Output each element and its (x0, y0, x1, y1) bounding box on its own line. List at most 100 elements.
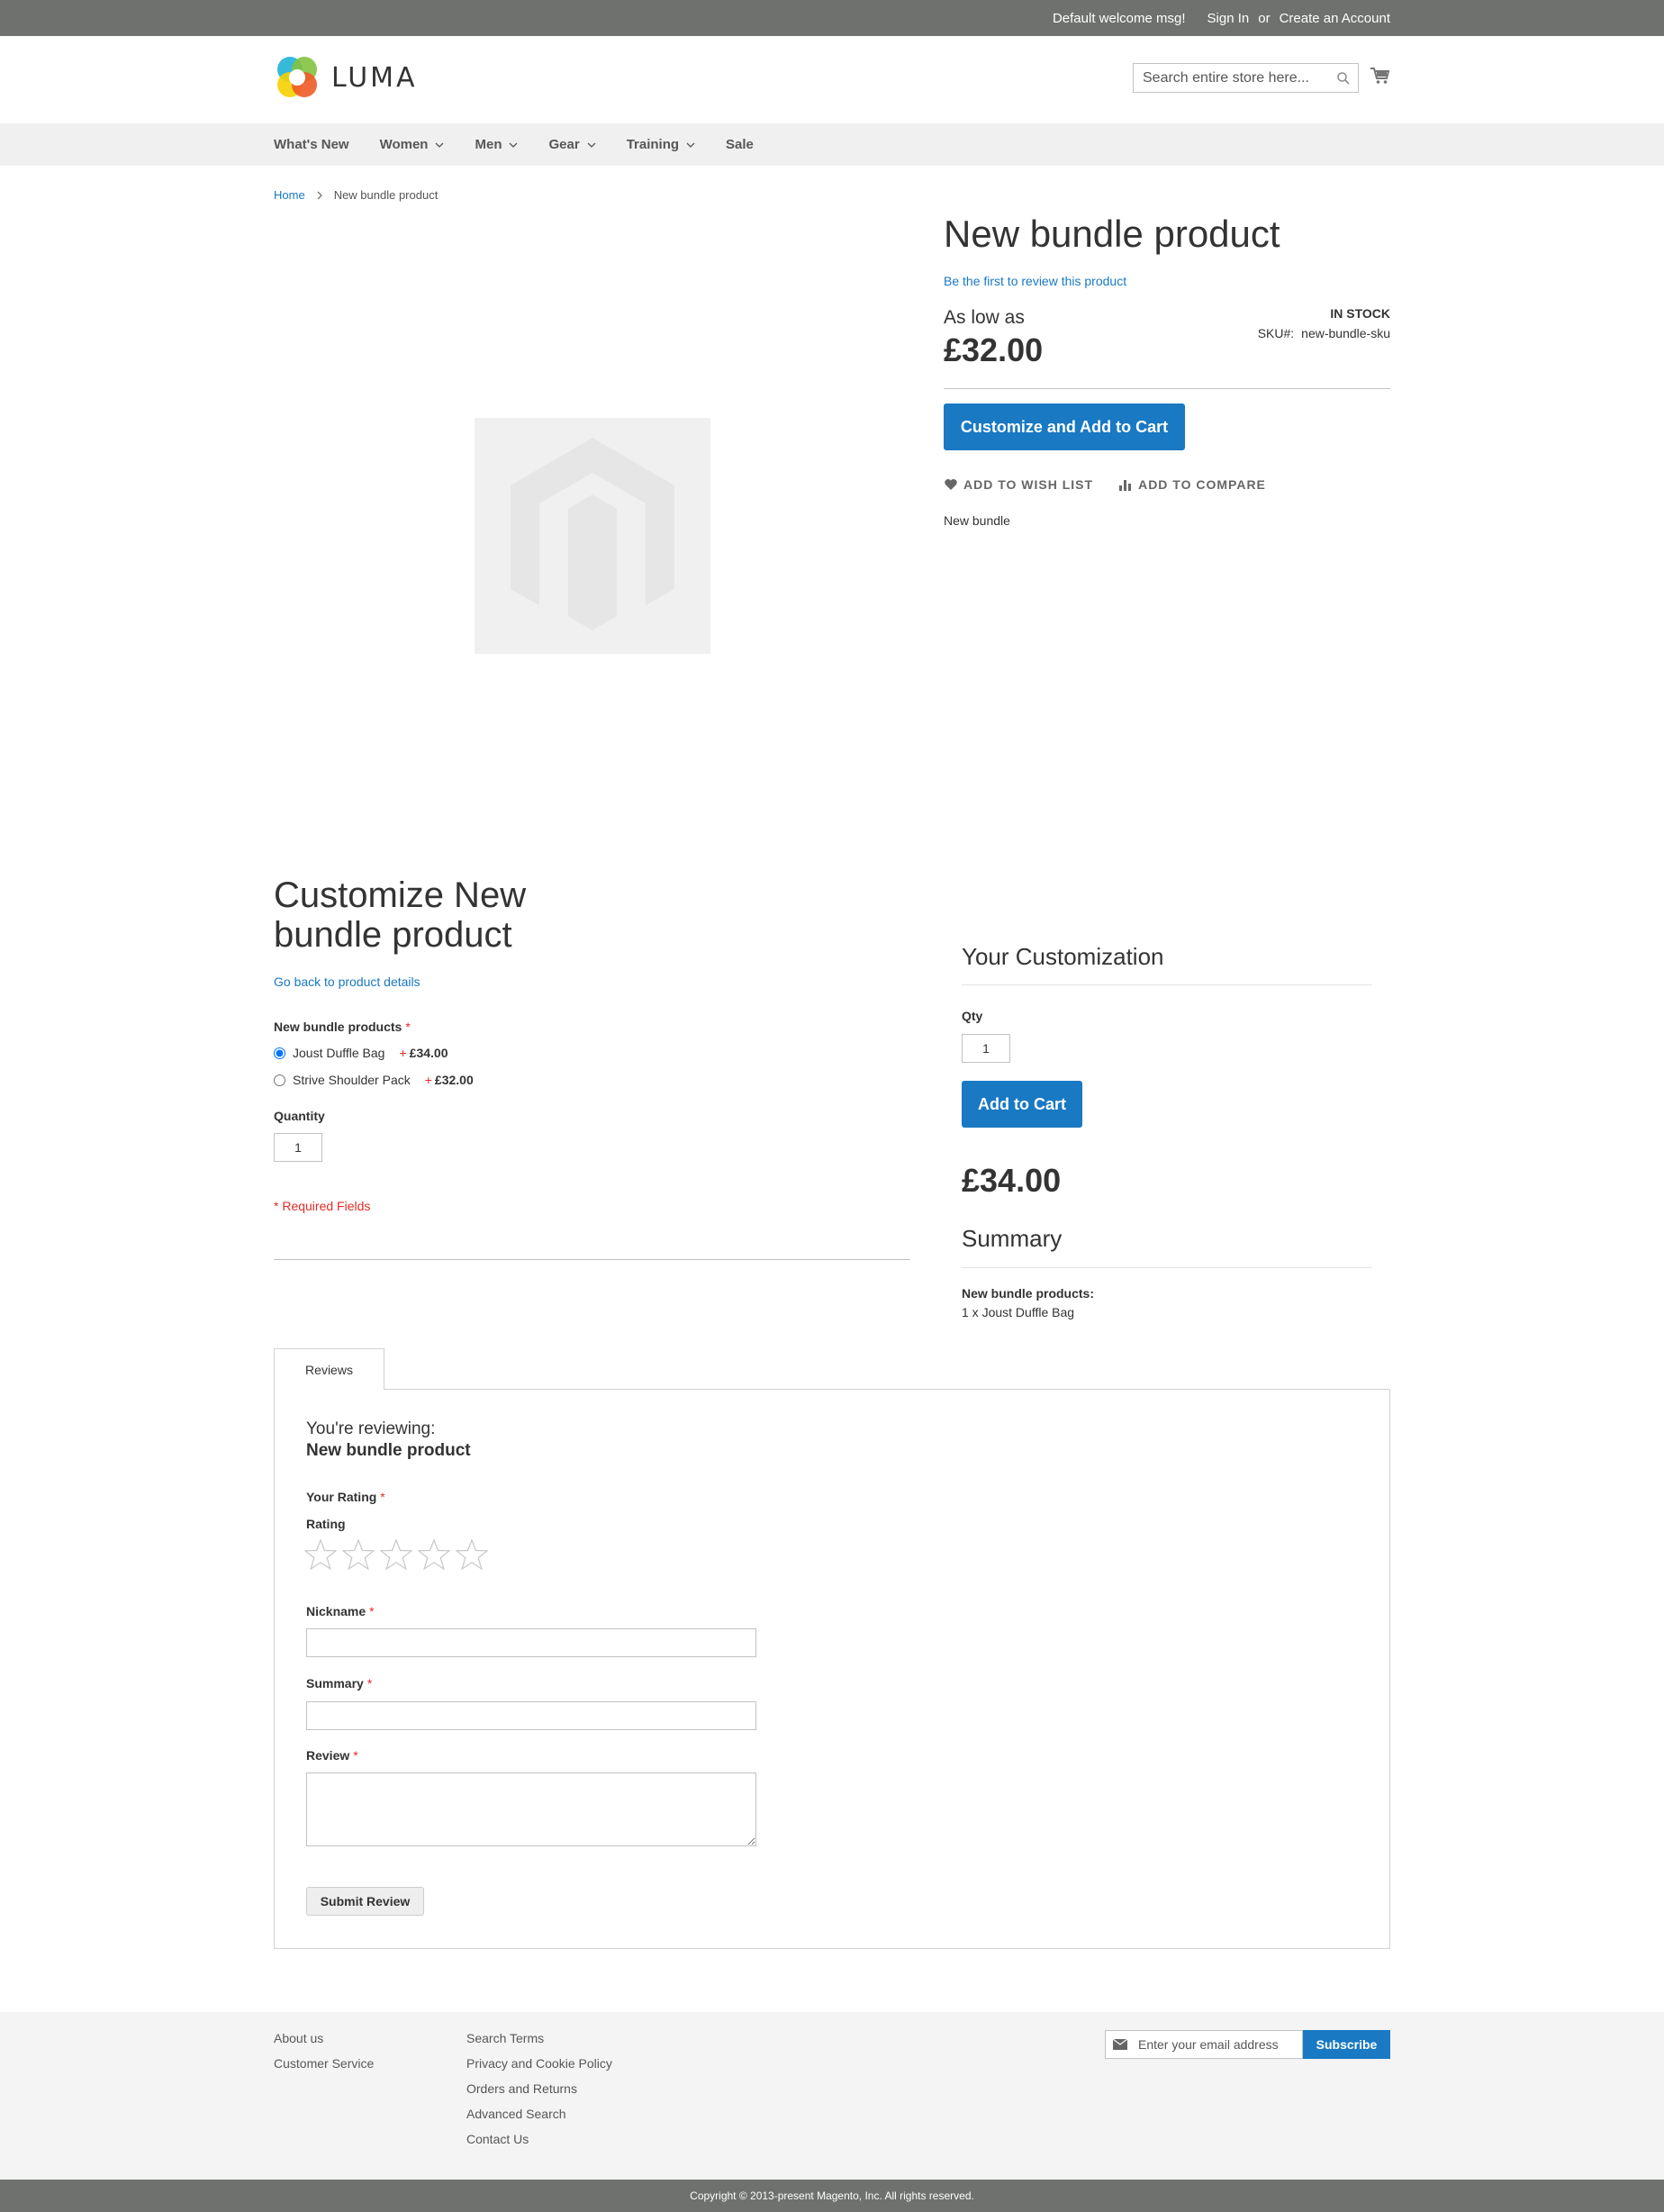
first-review-link[interactable]: Be the first to review this product (944, 274, 1126, 288)
option-price-value: £32.00 (434, 1073, 474, 1087)
summary-bundle-label: New bundle products: (962, 1286, 1094, 1301)
logo-text: LUMA (331, 61, 418, 94)
footer-link[interactable]: Orders and Returns (466, 2081, 612, 2097)
add-to-wishlist-link[interactable]: Add to Wish List (944, 477, 1093, 492)
nav-item-sale[interactable]: Sale (726, 137, 754, 152)
summary-bundle-item: 1 x Joust Duffle Bag (962, 1305, 1075, 1319)
nav-item-training[interactable]: Training (627, 137, 695, 152)
footer-link[interactable]: Privacy and Cookie Policy (466, 2055, 612, 2071)
wishlist-label: Add to Wish List (963, 477, 1094, 492)
footer-link[interactable]: Search Terms (466, 2030, 612, 2046)
option-radio[interactable] (274, 1074, 285, 1086)
breadcrumb: Home New bundle product (274, 188, 438, 202)
star-icon[interactable] (418, 1538, 450, 1571)
reviewing-label: You're reviewing: (306, 1419, 436, 1438)
nav-item-label: Gear (548, 137, 580, 152)
star-icon[interactable] (456, 1538, 488, 1571)
compare-label: Add to Compare (1138, 477, 1266, 492)
copyright: Copyright © 2013-present Magento, Inc. A… (0, 2180, 1664, 2212)
required-mark: * (405, 1020, 411, 1034)
tab-reviews[interactable]: Reviews (274, 1348, 384, 1390)
nav-item-gear[interactable]: Gear (548, 137, 596, 152)
chevron-down-icon (686, 142, 695, 148)
top-links: Default welcome msg! Sign In or Create a… (1053, 0, 1390, 36)
sign-in-link[interactable]: Sign In (1207, 11, 1250, 26)
option-name: Strive Shoulder Pack (293, 1073, 411, 1087)
option-price: + £32.00 (425, 1073, 474, 1087)
submit-review-button[interactable]: Submit Review (306, 1887, 424, 1916)
plus-sign: + (399, 1046, 407, 1060)
product-price: £32.00 (944, 331, 1044, 368)
review-text: Review (306, 1748, 350, 1763)
rating-stars (304, 1538, 488, 1571)
your-rating-label: Your Rating * (306, 1490, 385, 1504)
stock-status: In stock (1330, 306, 1390, 321)
footer-link[interactable]: About us (274, 2030, 374, 2046)
page-title: New bundle product (944, 213, 1280, 255)
review-textarea[interactable] (306, 1772, 756, 1846)
rating-label: Rating (306, 1517, 346, 1531)
reviews-panel (274, 1389, 1390, 1949)
or-text: or (1258, 10, 1271, 26)
option-radio[interactable] (274, 1047, 285, 1059)
summary-field[interactable] (306, 1701, 756, 1730)
option-name: Joust Duffle Bag (293, 1046, 385, 1060)
product-social-actions: Add to Wish List Add to Compare (944, 477, 1266, 492)
star-icon[interactable] (380, 1538, 412, 1571)
plus-sign: + (424, 1073, 432, 1087)
top-panel: Default welcome msg! Sign In or Create a… (0, 0, 1664, 36)
footer (0, 2012, 1664, 2180)
footer-link[interactable]: Contact Us (466, 2131, 612, 2147)
nickname-field[interactable] (306, 1628, 756, 1657)
chevron-down-icon (510, 142, 518, 148)
bundle-option-strive[interactable]: Strive Shoulder Pack + £32.00 (274, 1073, 474, 1087)
nav-item-whats-new[interactable]: What's New (274, 137, 349, 152)
breadcrumb-current: New bundle product (333, 188, 439, 202)
footer-links-col2: Search Terms Privacy and Cookie Policy O… (466, 2030, 612, 2147)
star-icon[interactable] (304, 1538, 337, 1571)
customize-add-to-cart-button[interactable]: Customize and Add to Cart (944, 403, 1185, 450)
search-input[interactable] (1143, 69, 1336, 86)
bundle-option-joust[interactable]: Joust Duffle Bag + £34.00 (274, 1046, 448, 1060)
add-to-cart-button[interactable]: Add to Cart (962, 1081, 1082, 1128)
required-fields-note: * Required Fields (274, 1199, 371, 1213)
add-to-compare-link[interactable]: Add to Compare (1118, 477, 1266, 492)
summary-field-label: Summary * (306, 1676, 372, 1691)
summary-qty-label: Qty (962, 1009, 983, 1023)
logo[interactable]: LUMA (274, 54, 418, 101)
breadcrumb-home-link[interactable]: Home (274, 188, 305, 202)
product-sku: SKU#: new-bundle-sku (1258, 326, 1390, 340)
search-icon[interactable] (1336, 71, 1351, 86)
newsletter-input-wrap (1105, 2030, 1303, 2059)
cart-icon[interactable] (1370, 65, 1391, 86)
footer-link[interactable]: Advanced Search (466, 2106, 612, 2122)
back-to-details-link[interactable]: Go back to product details (274, 975, 421, 989)
newsletter-form: Subscribe (1105, 2030, 1390, 2059)
your-customization-title: Your Customization (962, 943, 1164, 970)
nav-item-men[interactable]: Men (475, 137, 518, 152)
bundle-option-label: New bundle products * (274, 1020, 411, 1034)
envelope-icon (1113, 2039, 1127, 2050)
divider (962, 984, 1372, 985)
option-label-text: New bundle products (274, 1020, 402, 1034)
customize-title: Customize New bundle product (274, 875, 527, 955)
short-description: New bundle (944, 513, 1010, 528)
product-image-placeholder[interactable] (475, 418, 710, 654)
nav-item-label: Training (626, 137, 680, 152)
footer-link[interactable]: Customer Service (274, 2055, 374, 2071)
star-icon[interactable] (342, 1538, 375, 1571)
header: LUMA (0, 36, 1664, 123)
subscribe-button[interactable]: Subscribe (1303, 2030, 1390, 2059)
luma-logo-icon (277, 57, 317, 97)
newsletter-email-input[interactable] (1136, 2036, 1298, 2053)
main-navigation: What's New Women Men Gear Training Sale (0, 123, 1664, 166)
summary-qty-input[interactable] (962, 1034, 1010, 1063)
divider (274, 1259, 910, 1260)
option-price: + £34.00 (399, 1046, 448, 1060)
reviewing-product-name: New bundle product (306, 1441, 471, 1460)
create-account-link[interactable]: Create an Account (1280, 11, 1390, 26)
summary-title: Summary (962, 1225, 1063, 1252)
nav-item-women[interactable]: Women (380, 137, 445, 152)
required-mark: * (366, 1676, 373, 1691)
bundle-quantity-input[interactable] (274, 1133, 322, 1162)
